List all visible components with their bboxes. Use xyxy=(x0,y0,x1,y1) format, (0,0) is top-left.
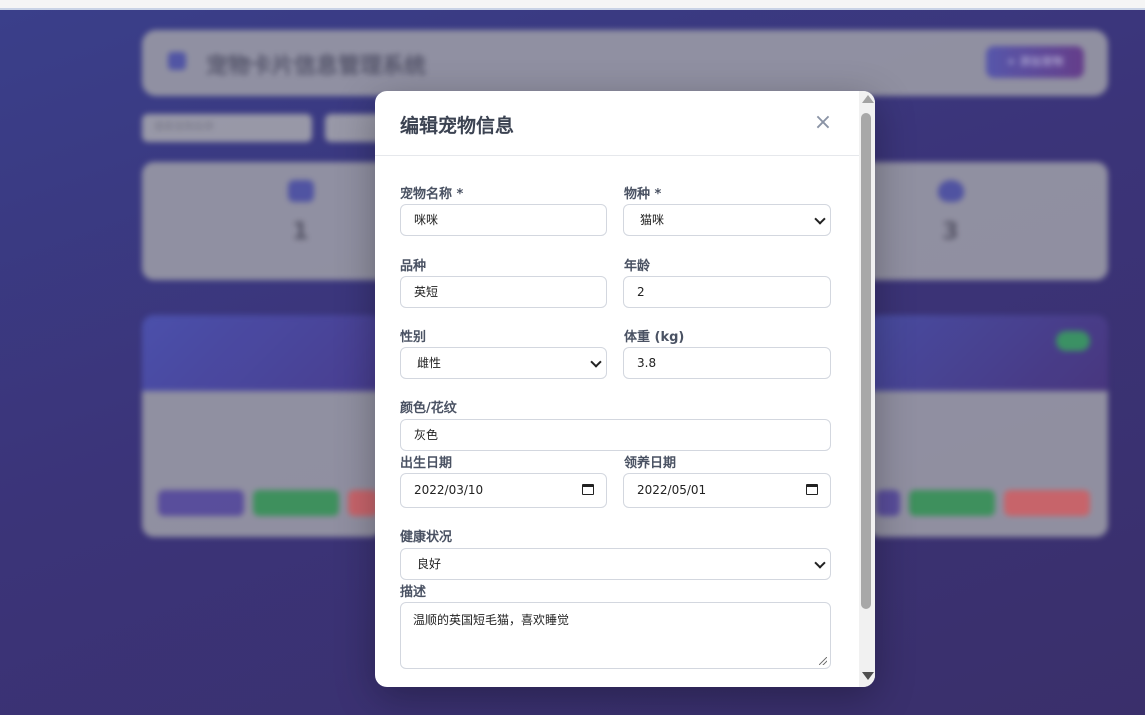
color-value: 灰色 xyxy=(414,428,439,442)
modal-scrollbar[interactable] xyxy=(859,91,875,687)
adopt-date-value: 2022/05/01 xyxy=(637,483,707,497)
species-select[interactable]: 猫咪 xyxy=(623,204,831,236)
name-label-text: 宠物名称 xyxy=(400,187,453,202)
close-icon[interactable]: × xyxy=(813,111,833,135)
gender-label: 性别 xyxy=(400,330,427,345)
health-value: 良好 xyxy=(417,557,442,571)
calendar-icon[interactable] xyxy=(806,484,818,495)
gender-select[interactable]: 雌性 xyxy=(400,347,607,379)
scroll-up-arrow-icon[interactable] xyxy=(862,95,874,103)
scroll-down-arrow-icon[interactable] xyxy=(862,672,874,680)
gender-value: 雌性 xyxy=(417,356,442,370)
scroll-thumb[interactable] xyxy=(861,113,871,609)
search-input: 搜索宠物名称 xyxy=(142,114,312,142)
resize-handle-icon[interactable] xyxy=(819,657,827,665)
species-label: 物种 * xyxy=(624,183,661,202)
health-label: 健康状况 xyxy=(400,530,453,545)
view-button xyxy=(909,490,995,516)
status-badge xyxy=(1056,331,1090,351)
edit-button xyxy=(158,490,244,516)
adopt-date-label: 领养日期 xyxy=(624,456,677,471)
stat-value: 3 xyxy=(942,217,959,245)
color-label: 颜色/花纹 xyxy=(400,401,457,416)
breed-label: 品种 xyxy=(400,259,427,274)
chevron-down-icon xyxy=(590,356,602,368)
breed-value: 英短 xyxy=(414,285,439,299)
delete-button xyxy=(1004,490,1090,516)
age-input[interactable]: 2 xyxy=(623,276,831,308)
health-select[interactable]: 良好 xyxy=(400,548,831,580)
pet-name-input[interactable]: 咪咪 xyxy=(400,204,607,236)
adopt-date-input[interactable]: 2022/05/01 xyxy=(623,473,831,508)
birth-date-input[interactable]: 2022/03/10 xyxy=(400,473,607,508)
pet-card-header xyxy=(868,315,1108,391)
species-value: 猫咪 xyxy=(640,213,665,227)
required-marker: * xyxy=(456,187,464,202)
pet-card-header xyxy=(142,315,382,391)
app-title: 宠物卡片信息管理系统 xyxy=(206,54,427,79)
breed-input[interactable]: 英短 xyxy=(400,276,607,308)
required-marker: * xyxy=(654,187,662,202)
add-pet-button: + 添加宠物 xyxy=(986,46,1084,78)
birth-date-label: 出生日期 xyxy=(400,456,453,471)
chevron-down-icon xyxy=(814,557,826,569)
heart-icon xyxy=(938,180,964,202)
edit-button xyxy=(876,490,900,516)
weight-value: 3.8 xyxy=(637,356,657,370)
age-value: 2 xyxy=(637,285,645,299)
app-header: 宠物卡片信息管理系统 + 添加宠物 xyxy=(142,30,1108,96)
description-value: 温顺的英国短毛猫，喜欢睡觉 xyxy=(413,613,570,627)
view-button xyxy=(253,490,339,516)
color-input[interactable]: 灰色 xyxy=(400,419,831,451)
description-textarea[interactable]: 温顺的英国短毛猫，喜欢睡觉 xyxy=(400,602,831,669)
modal-title: 编辑宠物信息 xyxy=(400,115,515,137)
name-label: 宠物名称 * xyxy=(400,183,463,202)
browser-top-strip xyxy=(0,0,1145,10)
species-label-text: 物种 xyxy=(624,187,651,202)
chevron-down-icon xyxy=(814,213,826,225)
age-label: 年龄 xyxy=(624,259,651,274)
birth-date-value: 2022/03/10 xyxy=(414,483,484,497)
stat-value: 1 xyxy=(292,217,309,245)
edit-pet-modal: 编辑宠物信息 × 宠物名称 * 咪咪 物种 * 猫咪 品种 英短 年龄 2 性别… xyxy=(375,91,875,687)
description-label: 描述 xyxy=(400,585,427,600)
modal-header: 编辑宠物信息 × xyxy=(375,91,859,156)
calendar-icon[interactable] xyxy=(582,484,594,495)
pet-name-value: 咪咪 xyxy=(414,213,439,227)
weight-input[interactable]: 3.8 xyxy=(623,347,831,379)
delete-button xyxy=(348,490,378,516)
weight-label: 体重 (kg) xyxy=(624,330,685,345)
paw-icon xyxy=(168,52,186,70)
dog-icon xyxy=(288,180,314,202)
